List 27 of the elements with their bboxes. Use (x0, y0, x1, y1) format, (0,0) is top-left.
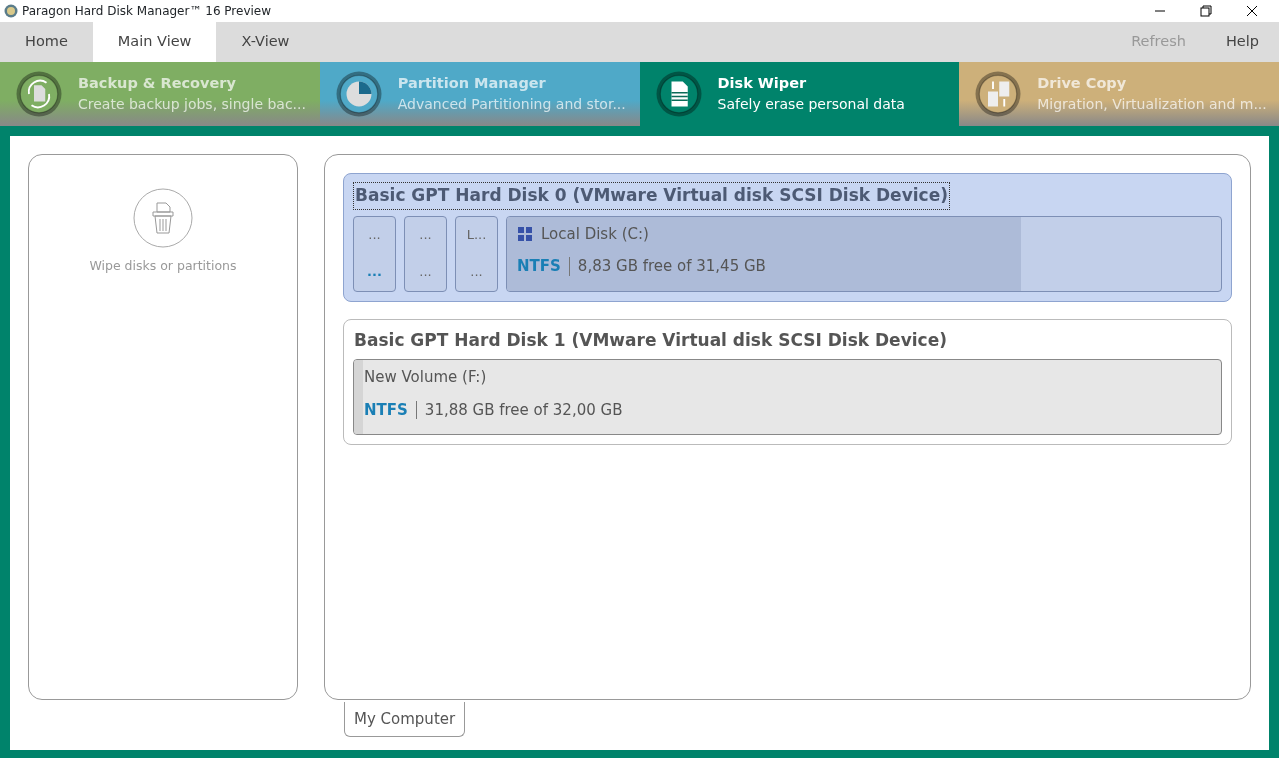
partition-block[interactable]: ... ... (353, 215, 396, 292)
trash-icon[interactable] (132, 187, 194, 249)
menu-tab[interactable]: Main View (92, 22, 217, 62)
free-space-text: 8,83 GB free of 31,45 GB (577, 256, 766, 277)
partition-name: Local Disk (C:) (541, 223, 649, 245)
partition-block[interactable]: L... ... (455, 215, 498, 292)
bottom-tab[interactable]: My Computer (344, 701, 466, 737)
partition-name: New Volume (F:) (364, 367, 487, 388)
free-space-text: 31,88 GB free of 32,00 GB (424, 399, 623, 421)
partition-block[interactable]: New Volume (F:) NTFS 31,88 GB free of 32,00 GB (353, 359, 1222, 435)
module-tab[interactable]: Disk Wiper Safely erase personal data (639, 62, 960, 126)
disk-title: Basic GPT Hard Disk 0 (VMware Virtual disk SCSI Disk Device) (353, 182, 950, 210)
menu-tab[interactable]: Home (0, 22, 93, 62)
wipe-action-label[interactable]: Wipe disks or partitions (89, 257, 237, 276)
window-title: Paragon Hard Disk Manager™ 16 Preview (22, 3, 272, 20)
partition-block[interactable]: ... ... (404, 215, 447, 292)
app-logo-icon (4, 4, 18, 18)
disk-row[interactable]: Basic GPT Hard Disk 1 (VMware Virtual disk SCSI Disk Device) New Volume (F:) NTFS 31,88 GB free of 32,00 GB (343, 318, 1232, 445)
backup-icon (14, 69, 64, 119)
menu-tab[interactable]: X-View (216, 22, 315, 62)
menu-button[interactable]: Help (1205, 22, 1279, 62)
filesystem-label: NTFS (364, 399, 408, 421)
disk-row[interactable]: Basic GPT Hard Disk 0 (VMware Virtual disk SCSI Disk Device) ... ... ... ... L... ... Local Disk (C:) NTFS 8,83 GB free of 31,45 GB (343, 173, 1232, 302)
disk-title: Basic GPT Hard Disk 1 (VMware Virtual disk SCSI Disk Device) (353, 328, 948, 352)
partition-block[interactable]: Local Disk (C:) NTFS 8,83 GB free of 31,45 GB (506, 215, 1222, 292)
filesystem-label: NTFS (517, 256, 561, 277)
windows-icon (517, 225, 533, 242)
